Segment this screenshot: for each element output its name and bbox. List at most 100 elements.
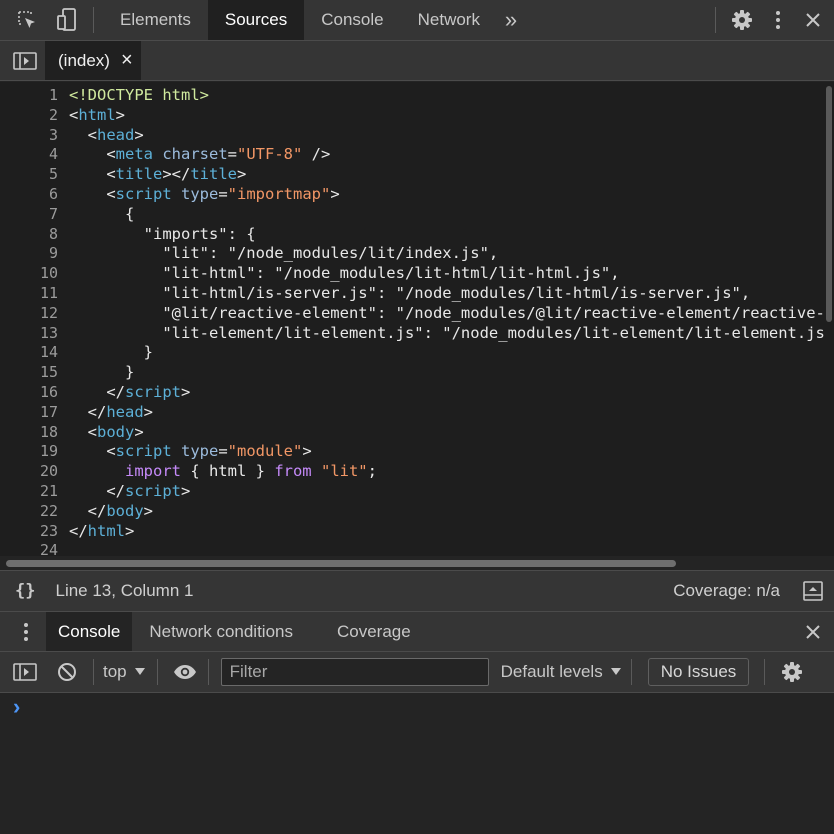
code-line: </script> xyxy=(69,383,825,403)
line-number[interactable]: 15 xyxy=(0,363,58,383)
line-number[interactable]: 1 xyxy=(0,86,58,106)
code-token: "lit-element/lit-element.js": "/node_mod… xyxy=(69,323,825,342)
drawer-tab-console[interactable]: Console xyxy=(46,612,133,651)
close-devtools-icon[interactable] xyxy=(804,12,822,28)
code-line: "lit-html": "/node_modules/lit-html/lit-… xyxy=(69,264,825,284)
settings-gear-icon[interactable] xyxy=(730,9,754,31)
code-line: <script type="module"> xyxy=(69,442,825,462)
code-line: <head> xyxy=(69,126,825,146)
tab-sources[interactable]: Sources xyxy=(207,0,305,40)
inspect-element-icon[interactable] xyxy=(13,9,41,31)
line-number[interactable]: 4 xyxy=(0,145,58,165)
editor-status-bar: {} Line 13, Column 1 Coverage: n/a xyxy=(0,570,834,612)
show-console-sidebar-icon[interactable] xyxy=(12,662,38,682)
live-expression-eye-icon[interactable] xyxy=(172,664,198,680)
customize-menu-icon[interactable] xyxy=(772,10,784,30)
toggle-navigator-icon[interactable] xyxy=(12,51,38,71)
line-number[interactable]: 3 xyxy=(0,126,58,146)
code-token: = xyxy=(218,184,228,203)
horizontal-scrollbar[interactable] xyxy=(6,560,676,567)
code-token: > xyxy=(134,422,144,441)
code-line: </body> xyxy=(69,502,825,522)
line-number[interactable]: 6 xyxy=(0,185,58,205)
cursor-position: Line 13, Column 1 xyxy=(55,581,194,600)
drawer-tabbar: Console Network conditions Coverage xyxy=(0,612,834,652)
line-number[interactable]: 13 xyxy=(0,324,58,344)
tab-console[interactable]: Console xyxy=(304,0,400,40)
file-tab-label: (index) xyxy=(58,50,110,70)
code-token: type xyxy=(181,184,219,203)
code-token: > xyxy=(302,442,312,461)
pretty-print-button[interactable]: {} xyxy=(15,581,35,601)
close-drawer-icon[interactable] xyxy=(804,624,822,640)
drawer-tab-network-conditions[interactable]: Network conditions xyxy=(132,612,315,651)
issues-counter-button[interactable]: No Issues xyxy=(647,658,750,686)
code-token: from xyxy=(274,462,312,481)
code-line: </html> xyxy=(69,522,825,542)
code-line: </script> xyxy=(69,482,825,502)
line-number[interactable]: 8 xyxy=(0,225,58,245)
line-number[interactable]: 18 xyxy=(0,423,58,443)
code-editor[interactable]: 1 2 3 4 5 6 7 8 9 10 11 12 13 14 15 16 17 18 19 20 21 22 23 24 … xyxy=(0,82,834,556)
line-number[interactable]: 22 xyxy=(0,502,58,522)
line-number[interactable]: 9 xyxy=(0,244,58,264)
toolbar-divider xyxy=(93,659,94,685)
code-token: > xyxy=(134,125,144,144)
panel-tabs: Elements Sources Console Network xyxy=(103,0,497,40)
code-token: "lit-html": "/node_modules/lit-html/lit-… xyxy=(69,264,620,283)
console-output-area[interactable]: › xyxy=(0,693,834,834)
device-toolbar-icon[interactable] xyxy=(53,8,81,32)
code-line: } xyxy=(69,363,825,383)
code-token: head xyxy=(97,125,135,144)
line-number[interactable]: 5 xyxy=(0,165,58,185)
line-number[interactable]: 24 xyxy=(0,541,58,556)
context-selector[interactable]: top xyxy=(103,662,145,682)
console-settings-gear-icon[interactable] xyxy=(780,661,804,683)
drawer-tab-coverage[interactable]: Coverage xyxy=(315,612,433,651)
line-number[interactable]: 19 xyxy=(0,442,58,462)
log-levels-label: Default levels xyxy=(500,662,603,681)
line-number[interactable]: 16 xyxy=(0,383,58,403)
line-number[interactable]: 11 xyxy=(0,284,58,304)
log-levels-dropdown[interactable]: Default levels xyxy=(501,662,621,682)
code-token: <!DOCTYPE html> xyxy=(69,86,209,104)
code-token: head xyxy=(106,402,144,421)
line-number[interactable]: 23 xyxy=(0,522,58,542)
drawer-menu-icon[interactable] xyxy=(20,622,32,642)
line-number[interactable]: 14 xyxy=(0,343,58,363)
clear-console-icon[interactable] xyxy=(56,662,78,682)
line-number[interactable]: 17 xyxy=(0,403,58,423)
more-tabs-icon[interactable]: » xyxy=(501,7,521,33)
code-token: type xyxy=(181,442,219,461)
code-token: </ xyxy=(69,481,125,500)
code-line: "lit-html/is-server.js": "/node_modules/… xyxy=(69,284,825,304)
code-token: < xyxy=(69,145,116,164)
code-token: import xyxy=(69,462,181,481)
code-token: < xyxy=(69,125,97,144)
code-token: "lit-html/is-server.js": "/node_modules/… xyxy=(69,283,751,302)
tab-elements[interactable]: Elements xyxy=(103,0,208,40)
line-number[interactable]: 21 xyxy=(0,482,58,502)
code-line: "lit": "/node_modules/lit/index.js", xyxy=(69,244,825,264)
file-tab-index[interactable]: (index) × xyxy=(45,41,141,80)
tab-network[interactable]: Network xyxy=(401,0,497,40)
code-token: > xyxy=(181,382,191,401)
line-number[interactable]: 7 xyxy=(0,205,58,225)
line-number[interactable]: 20 xyxy=(0,462,58,482)
code-token: < xyxy=(69,422,97,441)
code-token: = xyxy=(227,145,238,164)
console-filter-input[interactable] xyxy=(220,658,489,686)
toolbar-divider xyxy=(156,659,158,685)
code-line: <!DOCTYPE html> xyxy=(69,86,825,106)
close-file-tab-icon[interactable]: × xyxy=(121,49,133,72)
line-number[interactable]: 2 xyxy=(0,106,58,126)
toggle-debugger-sidebar-icon[interactable] xyxy=(802,581,824,601)
vertical-scrollbar[interactable] xyxy=(826,86,832,322)
line-number[interactable]: 12 xyxy=(0,304,58,324)
code-token: </ xyxy=(69,521,88,540)
line-number[interactable]: 10 xyxy=(0,264,58,284)
code-token: ></ xyxy=(162,165,191,184)
code-token: </ xyxy=(69,501,107,520)
code-token: /> xyxy=(302,145,331,164)
